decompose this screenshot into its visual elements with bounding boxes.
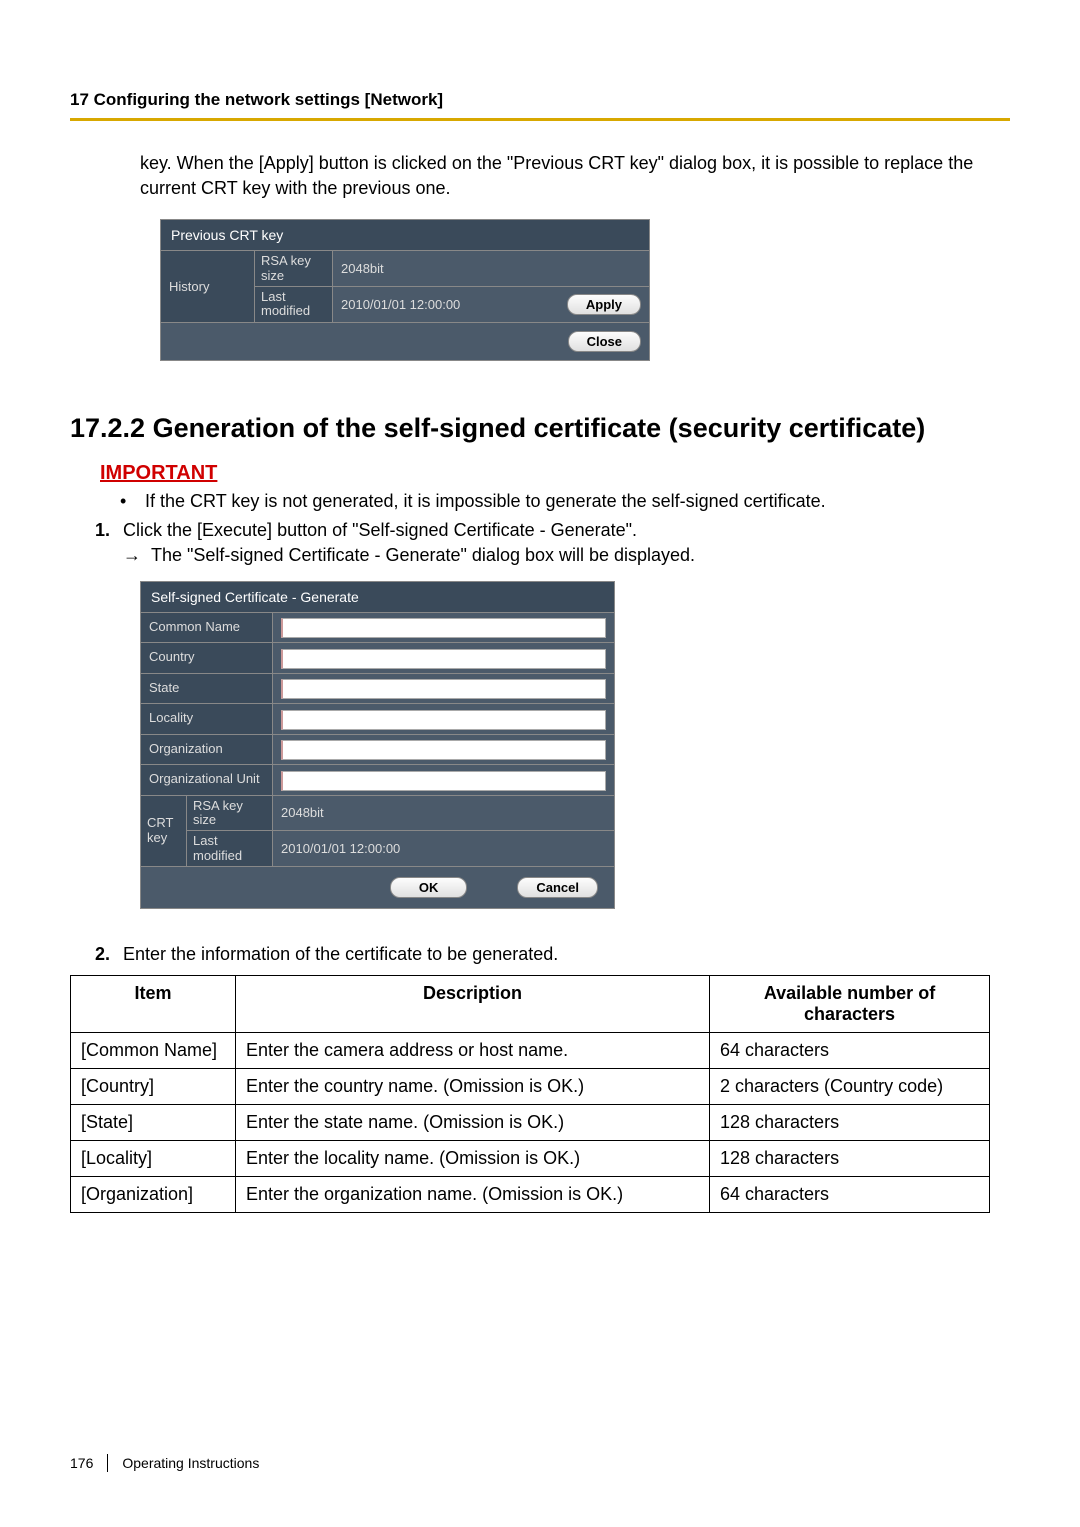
table-cell: Enter the state name. (Omission is OK.): [236, 1104, 710, 1140]
country-label: Country: [141, 643, 273, 673]
rsa-key-size-label: RSA key size: [187, 796, 273, 831]
table-cell: Enter the country name. (Omission is OK.…: [236, 1068, 710, 1104]
important-label: IMPORTANT: [100, 462, 1010, 485]
last-modified-value: 2010/01/01 12:00:00: [273, 831, 614, 866]
table-cell: [Common Name]: [71, 1032, 236, 1068]
header-divider: [70, 118, 1010, 121]
table-cell: Enter the locality name. (Omission is OK…: [236, 1140, 710, 1176]
table-row: [Locality]Enter the locality name. (Omis…: [71, 1140, 990, 1176]
last-modified-label: Last modified: [187, 831, 273, 866]
apply-button[interactable]: Apply: [567, 294, 641, 315]
step-number: 1.: [95, 520, 123, 541]
close-button[interactable]: Close: [568, 331, 641, 352]
table-header-item: Item: [71, 975, 236, 1032]
last-modified-label: Last modified: [255, 287, 333, 322]
section-heading: 17.2.2 Generation of the self-signed cer…: [70, 411, 1010, 446]
self-signed-cert-dialog: Self-signed Certificate - Generate Commo…: [140, 581, 615, 909]
arrow-icon: →: [123, 545, 151, 566]
table-cell: 64 characters: [710, 1032, 990, 1068]
table-header-description: Description: [236, 975, 710, 1032]
table-cell: Enter the camera address or host name.: [236, 1032, 710, 1068]
step1-result-text: The "Self-signed Certificate - Generate"…: [151, 545, 695, 566]
table-cell: 64 characters: [710, 1176, 990, 1212]
footer-divider: [107, 1454, 108, 1472]
organization-label: Organization: [141, 735, 273, 765]
rsa-key-size-value: 2048bit: [333, 251, 649, 286]
page-header: 17 Configuring the network settings [Net…: [70, 90, 1010, 118]
table-cell: [Organization]: [71, 1176, 236, 1212]
bullet-icon: •: [120, 491, 145, 512]
cancel-button[interactable]: Cancel: [517, 877, 598, 898]
important-bullet-text: If the CRT key is not generated, it is i…: [145, 491, 826, 512]
table-cell: [Country]: [71, 1068, 236, 1104]
org-unit-label: Organizational Unit: [141, 765, 273, 795]
dialog-title: Previous CRT key: [161, 220, 649, 250]
crt-key-label: CRT key: [141, 796, 187, 866]
locality-input[interactable]: [281, 710, 606, 730]
country-input[interactable]: [281, 649, 606, 669]
locality-label: Locality: [141, 704, 273, 734]
org-unit-input[interactable]: [281, 771, 606, 791]
table-header-chars: Available number of characters: [710, 975, 990, 1032]
page-number: 176: [70, 1455, 93, 1471]
table-cell: [State]: [71, 1104, 236, 1140]
rsa-key-size-value: 2048bit: [273, 796, 614, 831]
common-name-input[interactable]: [281, 618, 606, 638]
table-cell: 128 characters: [710, 1104, 990, 1140]
dialog-title: Self-signed Certificate - Generate: [141, 582, 614, 612]
table-row: [Country]Enter the country name. (Omissi…: [71, 1068, 990, 1104]
table-cell: 2 characters (Country code): [710, 1068, 990, 1104]
organization-input[interactable]: [281, 740, 606, 760]
previous-crt-dialog: Previous CRT key History RSA key size 20…: [160, 219, 650, 360]
page-footer: 176 Operating Instructions: [70, 1454, 259, 1472]
table-row: [State]Enter the state name. (Omission i…: [71, 1104, 990, 1140]
table-cell: 128 characters: [710, 1140, 990, 1176]
cert-spec-table: Item Description Available number of cha…: [70, 975, 990, 1213]
step1-text: Click the [Execute] button of "Self-sign…: [123, 520, 637, 541]
common-name-label: Common Name: [141, 613, 273, 643]
step2-text: Enter the information of the certificate…: [123, 944, 558, 965]
table-row: [Common Name]Enter the camera address or…: [71, 1032, 990, 1068]
step-number: 2.: [95, 944, 123, 965]
state-label: State: [141, 674, 273, 704]
history-label: History: [161, 251, 255, 321]
footer-label: Operating Instructions: [122, 1455, 259, 1471]
table-cell: [Locality]: [71, 1140, 236, 1176]
table-cell: Enter the organization name. (Omission i…: [236, 1176, 710, 1212]
intro-paragraph: key. When the [Apply] button is clicked …: [140, 151, 1010, 201]
ok-button[interactable]: OK: [390, 877, 468, 898]
last-modified-value: 2010/01/01 12:00:00: [341, 297, 567, 312]
table-row: [Organization]Enter the organization nam…: [71, 1176, 990, 1212]
state-input[interactable]: [281, 679, 606, 699]
rsa-key-size-label: RSA key size: [255, 251, 333, 286]
